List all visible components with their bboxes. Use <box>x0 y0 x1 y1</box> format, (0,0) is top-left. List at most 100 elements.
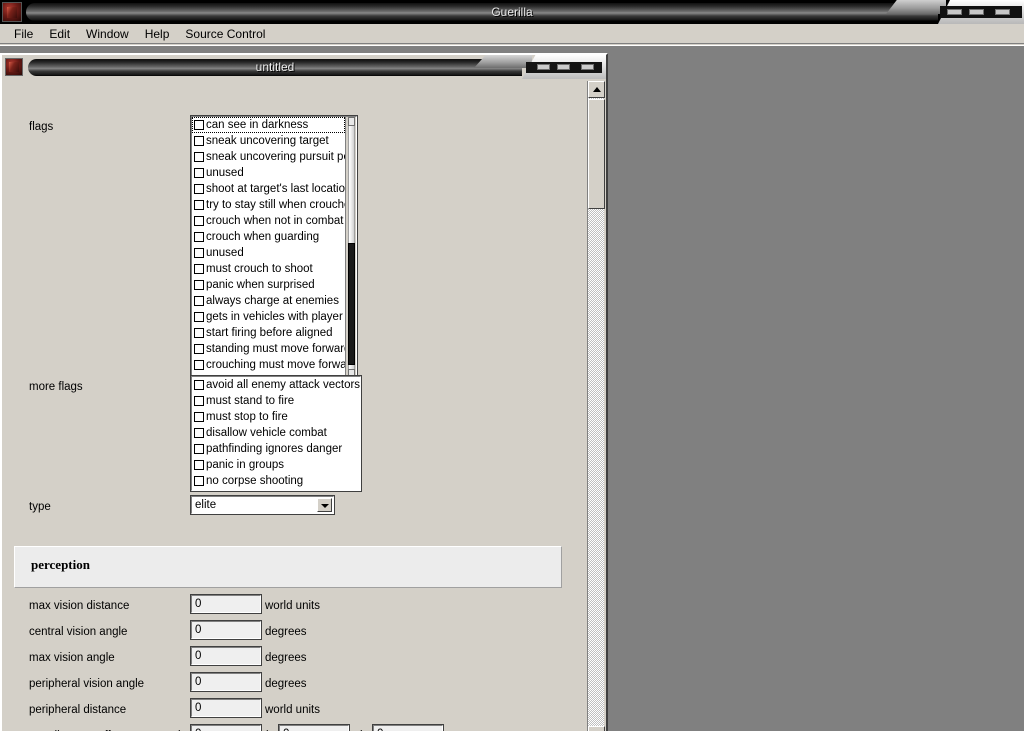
type-combobox[interactable]: elite <box>190 495 335 515</box>
vector-axis-input[interactable]: 0 <box>278 724 350 731</box>
flags-list-item-label: must crouch to shoot <box>206 263 313 275</box>
flags-list-item[interactable]: always charge at enemies <box>192 293 345 309</box>
perception-field-input[interactable]: 0 <box>190 646 262 666</box>
scroll-up-arrow-icon[interactable] <box>588 81 605 98</box>
flags-list-item[interactable]: standing must move forward <box>192 341 345 357</box>
vertical-scroll-thumb[interactable] <box>588 99 605 209</box>
checkbox-icon[interactable] <box>194 280 204 290</box>
flags-list-item[interactable]: panic when surprised <box>192 277 345 293</box>
flags-list-item[interactable]: sneak uncovering target <box>192 133 345 149</box>
more-flags-list-item[interactable]: avoid all enemy attack vectors <box>192 377 360 393</box>
main-titlebar[interactable]: Guerilla <box>0 0 1024 24</box>
menu-window[interactable]: Window <box>78 25 137 43</box>
document-titlebar[interactable]: untitled <box>2 55 606 79</box>
type-combobox-value: elite <box>195 499 217 511</box>
flags-list-item[interactable]: unused <box>192 245 345 261</box>
document-titlebar-skin <box>28 59 522 76</box>
document-close-button[interactable] <box>581 64 594 70</box>
more-flags-list-item-label: pathfinding ignores danger <box>206 443 343 455</box>
application-window: Guerilla File Edit Window Help Source Co… <box>0 0 1024 731</box>
menu-edit[interactable]: Edit <box>41 25 78 43</box>
more-flags-list-item-label: must stop to fire <box>206 411 288 423</box>
minimize-button[interactable] <box>947 9 962 15</box>
app-icon <box>2 2 22 22</box>
flags-list-item[interactable]: gets in vehicles with player <box>192 309 345 325</box>
maximize-button[interactable] <box>969 9 984 15</box>
flags-list-item[interactable]: sneak uncovering pursuit position <box>192 149 345 165</box>
flags-list-item[interactable]: crouch when not in combat <box>192 213 345 229</box>
flags-scroll-thumb[interactable] <box>348 243 355 365</box>
close-button[interactable] <box>995 9 1010 15</box>
more-flags-list-item-label: must stand to fire <box>206 395 295 407</box>
checkbox-icon[interactable] <box>194 328 204 338</box>
menu-help[interactable]: Help <box>137 25 178 43</box>
checkbox-icon[interactable] <box>194 216 204 226</box>
flags-list-item-label: unused <box>206 247 244 259</box>
document-maximize-button[interactable] <box>557 64 570 70</box>
perception-field-unit: world units <box>265 600 320 612</box>
checkbox-icon[interactable] <box>194 360 204 370</box>
flags-list-item[interactable]: can see in darkness <box>192 117 345 133</box>
more-flags-list-item[interactable]: must stand to fire <box>192 393 360 409</box>
titlebar-skin <box>26 3 938 21</box>
flags-scroll-up-cap[interactable] <box>348 117 355 126</box>
more-flags-list-item-label: disallow vehicle combat <box>206 427 327 439</box>
more-flags-list-item[interactable]: must stop to fire <box>192 409 360 425</box>
more-flags-list-item[interactable]: disallow vehicle combat <box>192 425 360 441</box>
checkbox-icon[interactable] <box>194 232 204 242</box>
flags-list-item-label: can see in darkness <box>206 119 309 131</box>
checkbox-icon[interactable] <box>194 200 204 210</box>
checkbox-icon[interactable] <box>194 396 204 406</box>
scroll-down-arrow-icon[interactable] <box>588 726 605 731</box>
checkbox-icon[interactable] <box>194 168 204 178</box>
vector-axis-input[interactable]: 0 <box>190 724 262 731</box>
flags-list-item-label: panic when surprised <box>206 279 315 291</box>
flags-listbox[interactable]: can see in darkness sneak uncovering targ… <box>190 115 358 380</box>
checkbox-icon[interactable] <box>194 120 204 130</box>
checkbox-icon[interactable] <box>194 296 204 306</box>
flags-list-item[interactable]: crouching must move forward <box>192 357 345 373</box>
flags-listbox-scrollbar[interactable] <box>345 117 356 378</box>
checkbox-icon[interactable] <box>194 248 204 258</box>
flags-list-item[interactable]: unused <box>192 165 345 181</box>
checkbox-icon[interactable] <box>194 444 204 454</box>
checkbox-icon[interactable] <box>194 380 204 390</box>
flags-list-item[interactable]: start firing before aligned <box>192 325 345 341</box>
chevron-down-icon[interactable] <box>317 498 332 512</box>
perception-field-input[interactable]: 0 <box>190 594 262 614</box>
flags-list-item-label: crouching must move forward <box>206 359 345 371</box>
checkbox-icon[interactable] <box>194 460 204 470</box>
flags-list-item[interactable]: try to stay still when crouched <box>192 197 345 213</box>
more-flags-list-item[interactable]: panic in groups <box>192 457 360 473</box>
more-flags-list-item[interactable]: pathfinding ignores danger <box>192 441 360 457</box>
flags-list-item[interactable]: shoot at target's last location <box>192 181 345 197</box>
menu-source-control[interactable]: Source Control <box>177 25 273 43</box>
flags-list-item[interactable]: crouch when guarding <box>192 229 345 245</box>
perception-field-input[interactable]: 0 <box>190 698 262 718</box>
form-vertical-scrollbar[interactable] <box>587 81 605 731</box>
flags-list-item-label: standing must move forward <box>206 343 345 355</box>
more-flags-listbox-items: avoid all enemy attack vectors must stand… <box>192 377 360 490</box>
perception-section: perception <box>14 546 562 588</box>
checkbox-icon[interactable] <box>194 312 204 322</box>
checkbox-icon[interactable] <box>194 264 204 274</box>
menu-file[interactable]: File <box>6 25 41 43</box>
perception-field-unit: degrees <box>265 652 307 664</box>
vector-axis-input[interactable]: 0 <box>372 724 444 731</box>
checkbox-icon[interactable] <box>194 344 204 354</box>
checkbox-icon[interactable] <box>194 152 204 162</box>
flags-list-item[interactable]: must crouch to shoot <box>192 261 345 277</box>
checkbox-icon[interactable] <box>194 476 204 486</box>
perception-field-input[interactable]: 0 <box>190 672 262 692</box>
more-flags-list-item[interactable]: no corpse shooting <box>192 473 360 489</box>
perception-section-title: perception <box>31 557 90 572</box>
document-minimize-button[interactable] <box>537 64 550 70</box>
more-flags-listbox[interactable]: avoid all enemy attack vectors must stand… <box>190 375 362 492</box>
checkbox-icon[interactable] <box>194 184 204 194</box>
perception-field-input[interactable]: 0 <box>190 620 262 640</box>
perception-field-unit: world units <box>265 704 320 716</box>
checkbox-icon[interactable] <box>194 412 204 422</box>
checkbox-icon[interactable] <box>194 428 204 438</box>
checkbox-icon[interactable] <box>194 136 204 146</box>
perception-field-unit: degrees <box>265 678 307 690</box>
